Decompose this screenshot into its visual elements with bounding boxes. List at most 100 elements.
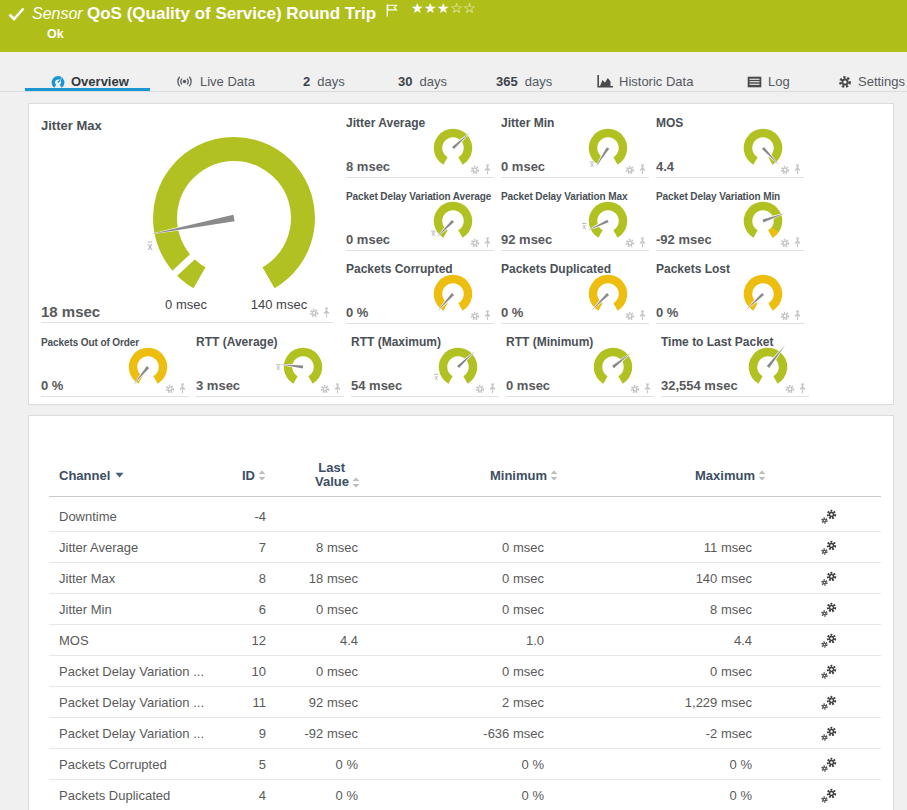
cell-maximum: 0 % — [544, 788, 752, 803]
priority-stars[interactable]: ★★★☆☆ — [411, 0, 476, 16]
channel-settings-icon[interactable] — [819, 570, 839, 587]
tab-label-number: 30 — [398, 74, 412, 89]
gauge-packet-delay-variation-max: Packet Delay Variation Maxx92 msec — [501, 184, 649, 251]
mini-gear-icon[interactable] — [320, 384, 330, 394]
mini-gear-icon[interactable] — [780, 238, 790, 248]
column-label: Last — [318, 461, 345, 475]
mini-pin-icon[interactable] — [643, 383, 652, 394]
mini-gear-icon[interactable] — [630, 384, 640, 394]
gauge-value: 18 msec — [41, 303, 100, 320]
dropdown-caret-icon — [115, 472, 124, 478]
gauge-title: Jitter Average — [346, 116, 425, 130]
mini-pin-icon[interactable] — [483, 237, 492, 248]
tab-historic-data[interactable]: Historic Data — [597, 73, 693, 90]
column-header-maximum[interactable]: Maximum — [544, 468, 752, 483]
sort-icon — [258, 470, 266, 481]
gauge-mini-actions — [780, 310, 802, 321]
mini-pin-icon[interactable] — [488, 383, 497, 394]
mini-gear-icon[interactable] — [625, 238, 635, 248]
column-header-minimum[interactable]: Minimum — [358, 468, 544, 483]
mini-gear-icon[interactable] — [780, 165, 790, 175]
cell-actions — [752, 601, 881, 618]
channel-settings-icon[interactable] — [819, 601, 839, 618]
gauge-value: 0 msec — [501, 159, 545, 174]
mini-gear-icon[interactable] — [625, 311, 635, 321]
gauge-icon — [51, 75, 65, 89]
channel-settings-icon[interactable] — [819, 632, 839, 649]
cell-last-value: 92 msec — [266, 695, 358, 710]
channel-settings-icon[interactable] — [819, 694, 839, 711]
cell-actions — [752, 508, 881, 525]
mini-pin-icon[interactable] — [322, 307, 331, 318]
mini-gear-icon[interactable] — [780, 311, 790, 321]
stars-empty[interactable]: ☆☆ — [450, 0, 476, 16]
cell-id: 6 — [229, 602, 266, 617]
mini-pin-icon[interactable] — [178, 383, 187, 394]
mini-gear-icon[interactable] — [470, 165, 480, 175]
mini-gear-icon[interactable] — [309, 308, 319, 318]
cell-maximum: 8 msec — [544, 602, 752, 617]
channel-settings-icon[interactable] — [819, 663, 839, 680]
cell-channel: Downtime — [49, 509, 229, 524]
cell-actions — [752, 663, 881, 680]
channel-settings-icon[interactable] — [819, 756, 839, 773]
cell-id: 8 — [229, 571, 266, 586]
column-header-last-value[interactable]: Last Value — [266, 461, 358, 489]
tab-live-data[interactable]: Live Data — [175, 73, 255, 90]
mini-pin-icon[interactable] — [638, 164, 647, 175]
table-row: Packets Corrupted50 %0 %0 % — [49, 749, 881, 780]
gauge-value: 8 msec — [346, 159, 390, 174]
mini-pin-icon[interactable] — [798, 383, 807, 394]
cell-minimum: 2 msec — [358, 695, 544, 710]
gauge-packets-duplicated: Packets Duplicated0 % — [501, 257, 649, 324]
tab-365-days[interactable]: 365 days — [496, 73, 552, 90]
table-row: Packet Delay Variation ...100 msec0 msec… — [49, 656, 881, 687]
channel-settings-icon[interactable] — [819, 508, 839, 525]
stars-filled[interactable]: ★★★ — [411, 0, 450, 16]
cell-last-value: 0 msec — [266, 664, 358, 679]
tab-label: Log — [768, 74, 790, 89]
tab-bar: Overview Live Data 2 days 30 days 365 da… — [0, 52, 907, 92]
mini-pin-icon[interactable] — [483, 310, 492, 321]
mini-gear-icon[interactable] — [470, 311, 480, 321]
gauge-title: RTT (Average) — [196, 335, 278, 349]
mini-pin-icon[interactable] — [333, 383, 342, 394]
gauge-jitter-min: Jitter Minx0 msec — [501, 111, 649, 178]
channel-settings-icon[interactable] — [819, 787, 839, 804]
tab-settings[interactable]: Settings — [838, 73, 905, 90]
column-header-channel[interactable]: Channel — [49, 468, 229, 483]
gauge-value: 0 % — [656, 305, 678, 320]
cell-actions — [752, 787, 881, 804]
mini-pin-icon[interactable] — [793, 310, 802, 321]
broadcast-icon — [175, 75, 194, 88]
mini-gear-icon[interactable] — [785, 384, 795, 394]
mini-pin-icon[interactable] — [483, 164, 492, 175]
channel-settings-icon[interactable] — [819, 539, 839, 556]
mini-pin-icon[interactable] — [638, 310, 647, 321]
cell-id: 11 — [229, 695, 266, 710]
cell-id: 5 — [229, 757, 266, 772]
mini-gear-icon[interactable] — [625, 165, 635, 175]
mini-gear-icon[interactable] — [470, 238, 480, 248]
gauge-scale-min: 0 msec — [165, 297, 207, 312]
gauge-packets-out-of-order: Packets Out of Order0 % — [41, 330, 189, 397]
mini-gear-icon[interactable] — [475, 384, 485, 394]
mini-pin-icon[interactable] — [793, 237, 802, 248]
cell-maximum: 0 msec — [544, 664, 752, 679]
tab-log[interactable]: Log — [747, 73, 790, 90]
gauges-panel: Jitter Maxx0 msec140 msec18 msecJitter A… — [28, 103, 894, 405]
mini-gear-icon[interactable] — [165, 384, 175, 394]
mini-pin-icon[interactable] — [638, 237, 647, 248]
mini-pin-icon[interactable] — [793, 164, 802, 175]
cell-minimum: -636 msec — [358, 726, 544, 741]
cell-id: 9 — [229, 726, 266, 741]
cell-minimum: 0 % — [358, 788, 544, 803]
column-header-id[interactable]: ID — [229, 468, 266, 483]
tab-30-days[interactable]: 30 days — [398, 73, 447, 90]
channel-settings-icon[interactable] — [819, 725, 839, 742]
cell-maximum: 1,229 msec — [544, 695, 752, 710]
tab-2-days[interactable]: 2 days — [303, 73, 345, 90]
priority-flag-icon[interactable] — [386, 4, 398, 17]
table-row: Packets Duplicated40 %0 %0 % — [49, 780, 881, 810]
channel-table-panel: Channel ID Last Value Minimum Maximum Do… — [28, 415, 894, 810]
